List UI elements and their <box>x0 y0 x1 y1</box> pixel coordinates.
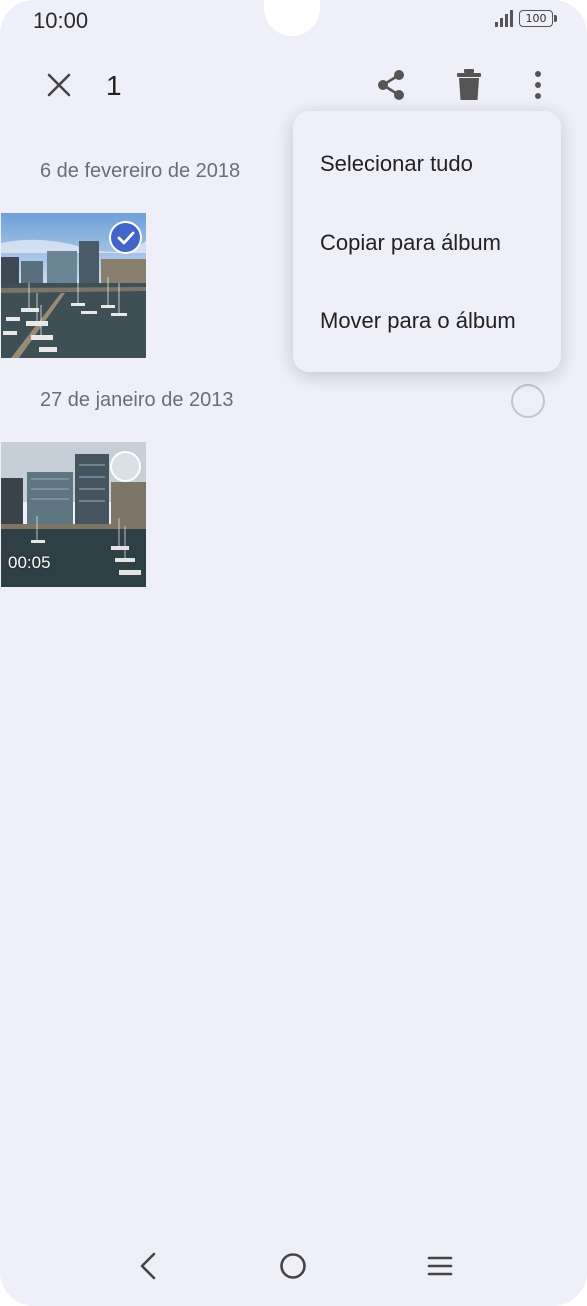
nav-recent-apps-button[interactable] <box>422 1248 458 1284</box>
close-selection-button[interactable] <box>38 64 80 106</box>
gallery-screen: 10:00 100 1 6 de fevereiro de 2018 27 de… <box>0 0 587 1306</box>
signal-icon <box>495 9 513 27</box>
select-section-checkbox[interactable] <box>511 384 545 418</box>
photo-selected-checkbox[interactable] <box>109 221 142 254</box>
video-select-checkbox[interactable] <box>110 451 141 482</box>
battery-icon: 100 <box>519 9 557 27</box>
camera-notch <box>264 0 320 36</box>
menu-item-copy-to-album[interactable]: Copiar para álbum <box>320 230 501 256</box>
video-duration: 00:05 <box>8 553 51 572</box>
menu-item-select-all[interactable]: Selecionar tudo <box>320 151 473 177</box>
menu-item-move-to-album[interactable]: Mover para o álbum <box>320 308 516 334</box>
section-date: 6 de fevereiro de 2018 <box>40 160 241 182</box>
nav-home-button[interactable] <box>275 1248 311 1284</box>
status-time: 10:00 <box>33 8 89 33</box>
share-button[interactable] <box>370 64 412 106</box>
more-options-button[interactable] <box>517 64 559 106</box>
recent-apps-icon <box>427 1256 453 1276</box>
checkmark-icon <box>117 231 134 244</box>
battery-level: 100 <box>525 11 547 25</box>
selected-count: 1 <box>106 70 122 101</box>
share-icon <box>378 70 404 100</box>
more-vertical-icon <box>535 71 541 99</box>
back-icon <box>140 1252 156 1280</box>
home-icon <box>280 1253 306 1279</box>
nav-back-button[interactable] <box>130 1248 166 1284</box>
section-date: 27 de janeiro de 2013 <box>40 389 234 411</box>
delete-button[interactable] <box>448 64 490 106</box>
trash-icon <box>457 69 481 100</box>
status-icons: 100 <box>495 9 557 27</box>
overflow-menu: Selecionar tudo Copiar para álbum Mover … <box>293 111 561 372</box>
close-icon <box>47 73 71 97</box>
